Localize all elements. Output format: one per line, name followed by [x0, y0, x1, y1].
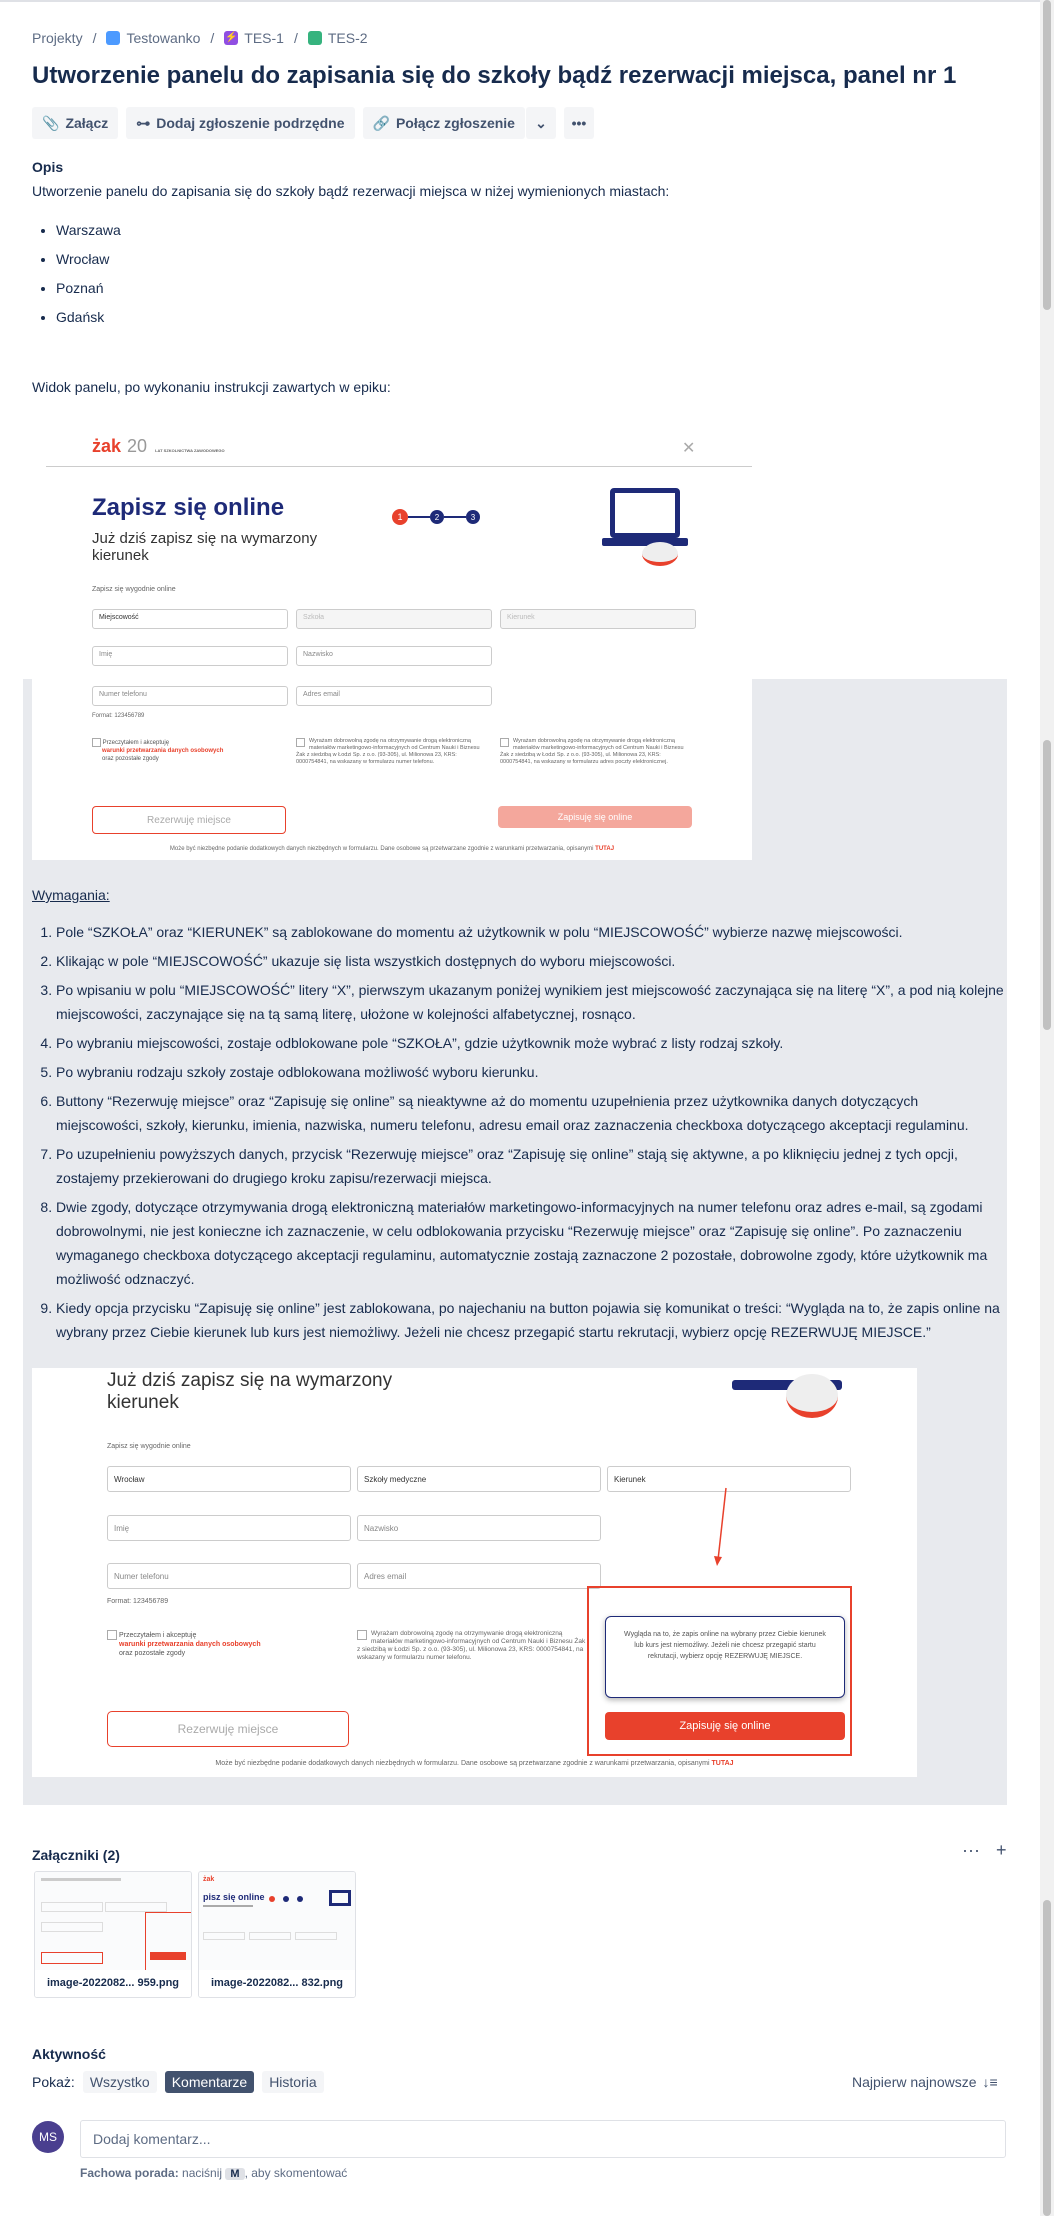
issue-toolbar: 📎 Załącz ⊶ Dodaj zgłoszenie podrzędne 🔗 …	[32, 107, 594, 139]
city-select[interactable]: Wrocław	[107, 1466, 351, 1492]
list-item: Buttony “Rezerwuję miejsce” oraz “Zapisu…	[56, 1089, 1007, 1137]
filter-history[interactable]: Historia	[262, 2071, 324, 2093]
project-icon	[106, 31, 121, 45]
list-item: Po uzupełnieniu powyższych danych, przyc…	[56, 1142, 1007, 1190]
phone-field[interactable]: Numer telefonu	[107, 1563, 351, 1589]
embedded-image-panel[interactable]: żak 20 LAT SZKOLNICTWA ZAWODOWEGO ✕ Zapis…	[32, 416, 752, 860]
more-actions-button[interactable]: •••	[563, 107, 594, 139]
embedded-image-tooltip[interactable]: Już dziś zapisz się na wymarzony kierunek…	[32, 1368, 917, 1777]
attachment-filename: image-2022082... 959.png	[35, 1970, 191, 1997]
sort-icon: ↓≡	[982, 2074, 998, 2090]
attachment-thumbnail[interactable]: image-2022082... 959.png	[34, 1871, 192, 1998]
scrollbar[interactable]	[1040, 0, 1054, 2216]
attachment-filename: image-2022082... 832.png	[199, 1970, 355, 1997]
scrollbar-thumb[interactable]	[1043, 740, 1051, 1030]
terms-consent[interactable]: Przeczytałem i akceptuję warunki przetwar…	[92, 738, 272, 763]
step-indicator: 1 2 3	[392, 509, 480, 525]
epic-icon: ⚡	[224, 31, 239, 45]
attachments-heading: Załączniki (2)	[32, 1847, 120, 1863]
paperclip-icon: 📎	[42, 114, 60, 131]
list-item: Klikając w pole “MIEJSCOWOŚĆ” ukazuje si…	[56, 949, 1007, 973]
link-icon: 🔗	[372, 114, 390, 131]
signup-heading: Zapisz się online	[92, 494, 285, 521]
breadcrumb-project[interactable]: Testowanko	[106, 30, 200, 46]
attachments-actions: ··· +	[962, 1840, 1007, 1861]
breadcrumb-projects[interactable]: Projekty	[32, 30, 83, 46]
link-issue-button[interactable]: 🔗 Połącz zgłoszenie	[362, 107, 525, 139]
surname-field[interactable]: Nazwisko	[357, 1515, 601, 1541]
activity-filters: Pokaż: Wszystko Komentarze Historia	[32, 2071, 324, 2093]
email-consent[interactable]: Wyrażam dobrowolną zgodę na otrzymywanie…	[500, 738, 690, 766]
city-list: Warszawa Wrocław Poznań Gdańsk	[32, 220, 121, 336]
signup-button[interactable]: Zapisuję się online	[498, 806, 692, 828]
list-item: Po wpisaniu w polu “MIEJSCOWOŚĆ” litery …	[56, 978, 1007, 1026]
phone-consent[interactable]: Wyrażam dobrowolną zgodę na otrzymywanie…	[357, 1630, 587, 1662]
email-field[interactable]: Adres email	[296, 686, 492, 706]
reserve-button[interactable]: Rezerwuję miejsce	[92, 806, 286, 834]
laptop-mouse-illustration	[732, 1368, 842, 1418]
avatar: MS	[32, 2121, 64, 2153]
page-title: Utworzenie panelu do zapisania się do sz…	[32, 62, 957, 89]
attach-button[interactable]: 📎 Załącz	[32, 107, 119, 139]
activity-heading: Aktywność	[32, 2046, 106, 2062]
top-border	[0, 0, 1054, 2]
filter-comments[interactable]: Komentarze	[164, 2071, 255, 2093]
description-intro: Utworzenie panelu do zapisania się do sz…	[32, 183, 670, 199]
name-field[interactable]: Imię	[107, 1515, 351, 1541]
more-icon: •••	[571, 115, 587, 131]
link-issue-dropdown[interactable]: ⌄	[525, 107, 556, 139]
reserve-button[interactable]: Rezerwuję miejsce	[107, 1711, 349, 1747]
signup-subheading: Już dziś zapisz się na wymarzony kierunek	[92, 530, 318, 564]
scrollbar-thumb[interactable]	[1043, 1900, 1051, 2216]
terms-consent[interactable]: Przeczytałem i akceptuję warunki przetwar…	[107, 1630, 307, 1658]
description-view-text: Widok panelu, po wykonaniu instrukcji za…	[32, 379, 391, 395]
requirements-heading: Wymagania:	[32, 887, 110, 903]
attachment-thumbnail[interactable]: żak pisz się online image-2022082... 832…	[198, 1871, 356, 1998]
close-icon[interactable]: ✕	[682, 438, 695, 458]
hierarchy-icon: ⊶	[136, 114, 151, 131]
city-select[interactable]: Miejscowość	[92, 609, 288, 629]
story-icon	[307, 31, 322, 45]
list-item: Kiedy opcja przycisku “Zapisuję się onli…	[56, 1296, 1007, 1344]
list-item: Dwie zgody, dotyczące otrzymywania drogą…	[56, 1195, 1007, 1291]
description-heading: Opis	[32, 159, 64, 175]
breadcrumb-epic[interactable]: ⚡ TES-1	[224, 30, 284, 46]
zak-logo: żak 20 LAT SZKOLNICTWA ZAWODOWEGO	[92, 436, 225, 456]
list-item: Wrocław	[56, 249, 121, 278]
list-item: Poznań	[56, 278, 121, 307]
pro-tip: Fachowa porada: naciśnij M, aby skomento…	[80, 2166, 348, 2180]
school-select[interactable]: Szkoła	[296, 609, 492, 629]
footer-note: Może być niezbędne podanie dodatkowych d…	[215, 1760, 734, 1767]
plus-icon[interactable]: +	[996, 1840, 1007, 1861]
requirements-list: Pole “SZKOŁA” oraz “KIERUNEK” są zabloko…	[32, 920, 1007, 1349]
filter-all[interactable]: Wszystko	[82, 2071, 157, 2093]
course-select[interactable]: Kierunek	[500, 609, 696, 629]
laptop-mouse-illustration	[602, 488, 688, 568]
breadcrumb-issue[interactable]: TES-2	[307, 30, 368, 46]
footer-note: Może być niezbędne podanie dodatkowych d…	[169, 846, 615, 852]
tooltip: Wygląda na to, że zapis online na wybran…	[605, 1616, 845, 1698]
sort-toggle[interactable]: Najpierw najnowsze ↓≡	[852, 2074, 998, 2090]
email-field[interactable]: Adres email	[357, 1563, 601, 1589]
phone-consent[interactable]: Wyrażam dobrowolną zgodę na otrzymywanie…	[296, 738, 486, 766]
surname-field[interactable]: Nazwisko	[296, 646, 492, 666]
list-item: Po wybraniu miejscowości, zostaje odblok…	[56, 1031, 1007, 1055]
comment-input[interactable]: Dodaj komentarz...	[80, 2120, 1006, 2158]
breadcrumb: Projekty / Testowanko / ⚡ TES-1 / TES-2	[32, 30, 368, 46]
name-field[interactable]: Imię	[92, 646, 288, 666]
signup-button[interactable]: Zapisuję się online	[605, 1712, 845, 1740]
list-item: Gdańsk	[56, 307, 121, 336]
red-arrow	[714, 1487, 727, 1566]
phone-field[interactable]: Numer telefonu	[92, 686, 288, 706]
chevron-down-icon: ⌄	[535, 114, 547, 131]
scrollbar-thumb[interactable]	[1043, 0, 1051, 310]
list-item: Pole “SZKOŁA” oraz “KIERUNEK” są zabloko…	[56, 920, 1007, 944]
school-select[interactable]: Szkoły medyczne	[357, 1466, 601, 1492]
more-icon[interactable]: ···	[962, 1840, 980, 1861]
add-child-issue-button[interactable]: ⊶ Dodaj zgłoszenie podrzędne	[126, 107, 355, 139]
list-item: Po wybraniu rodzaju szkoły zostaje odblo…	[56, 1060, 1007, 1084]
list-item: Warszawa	[56, 220, 121, 249]
